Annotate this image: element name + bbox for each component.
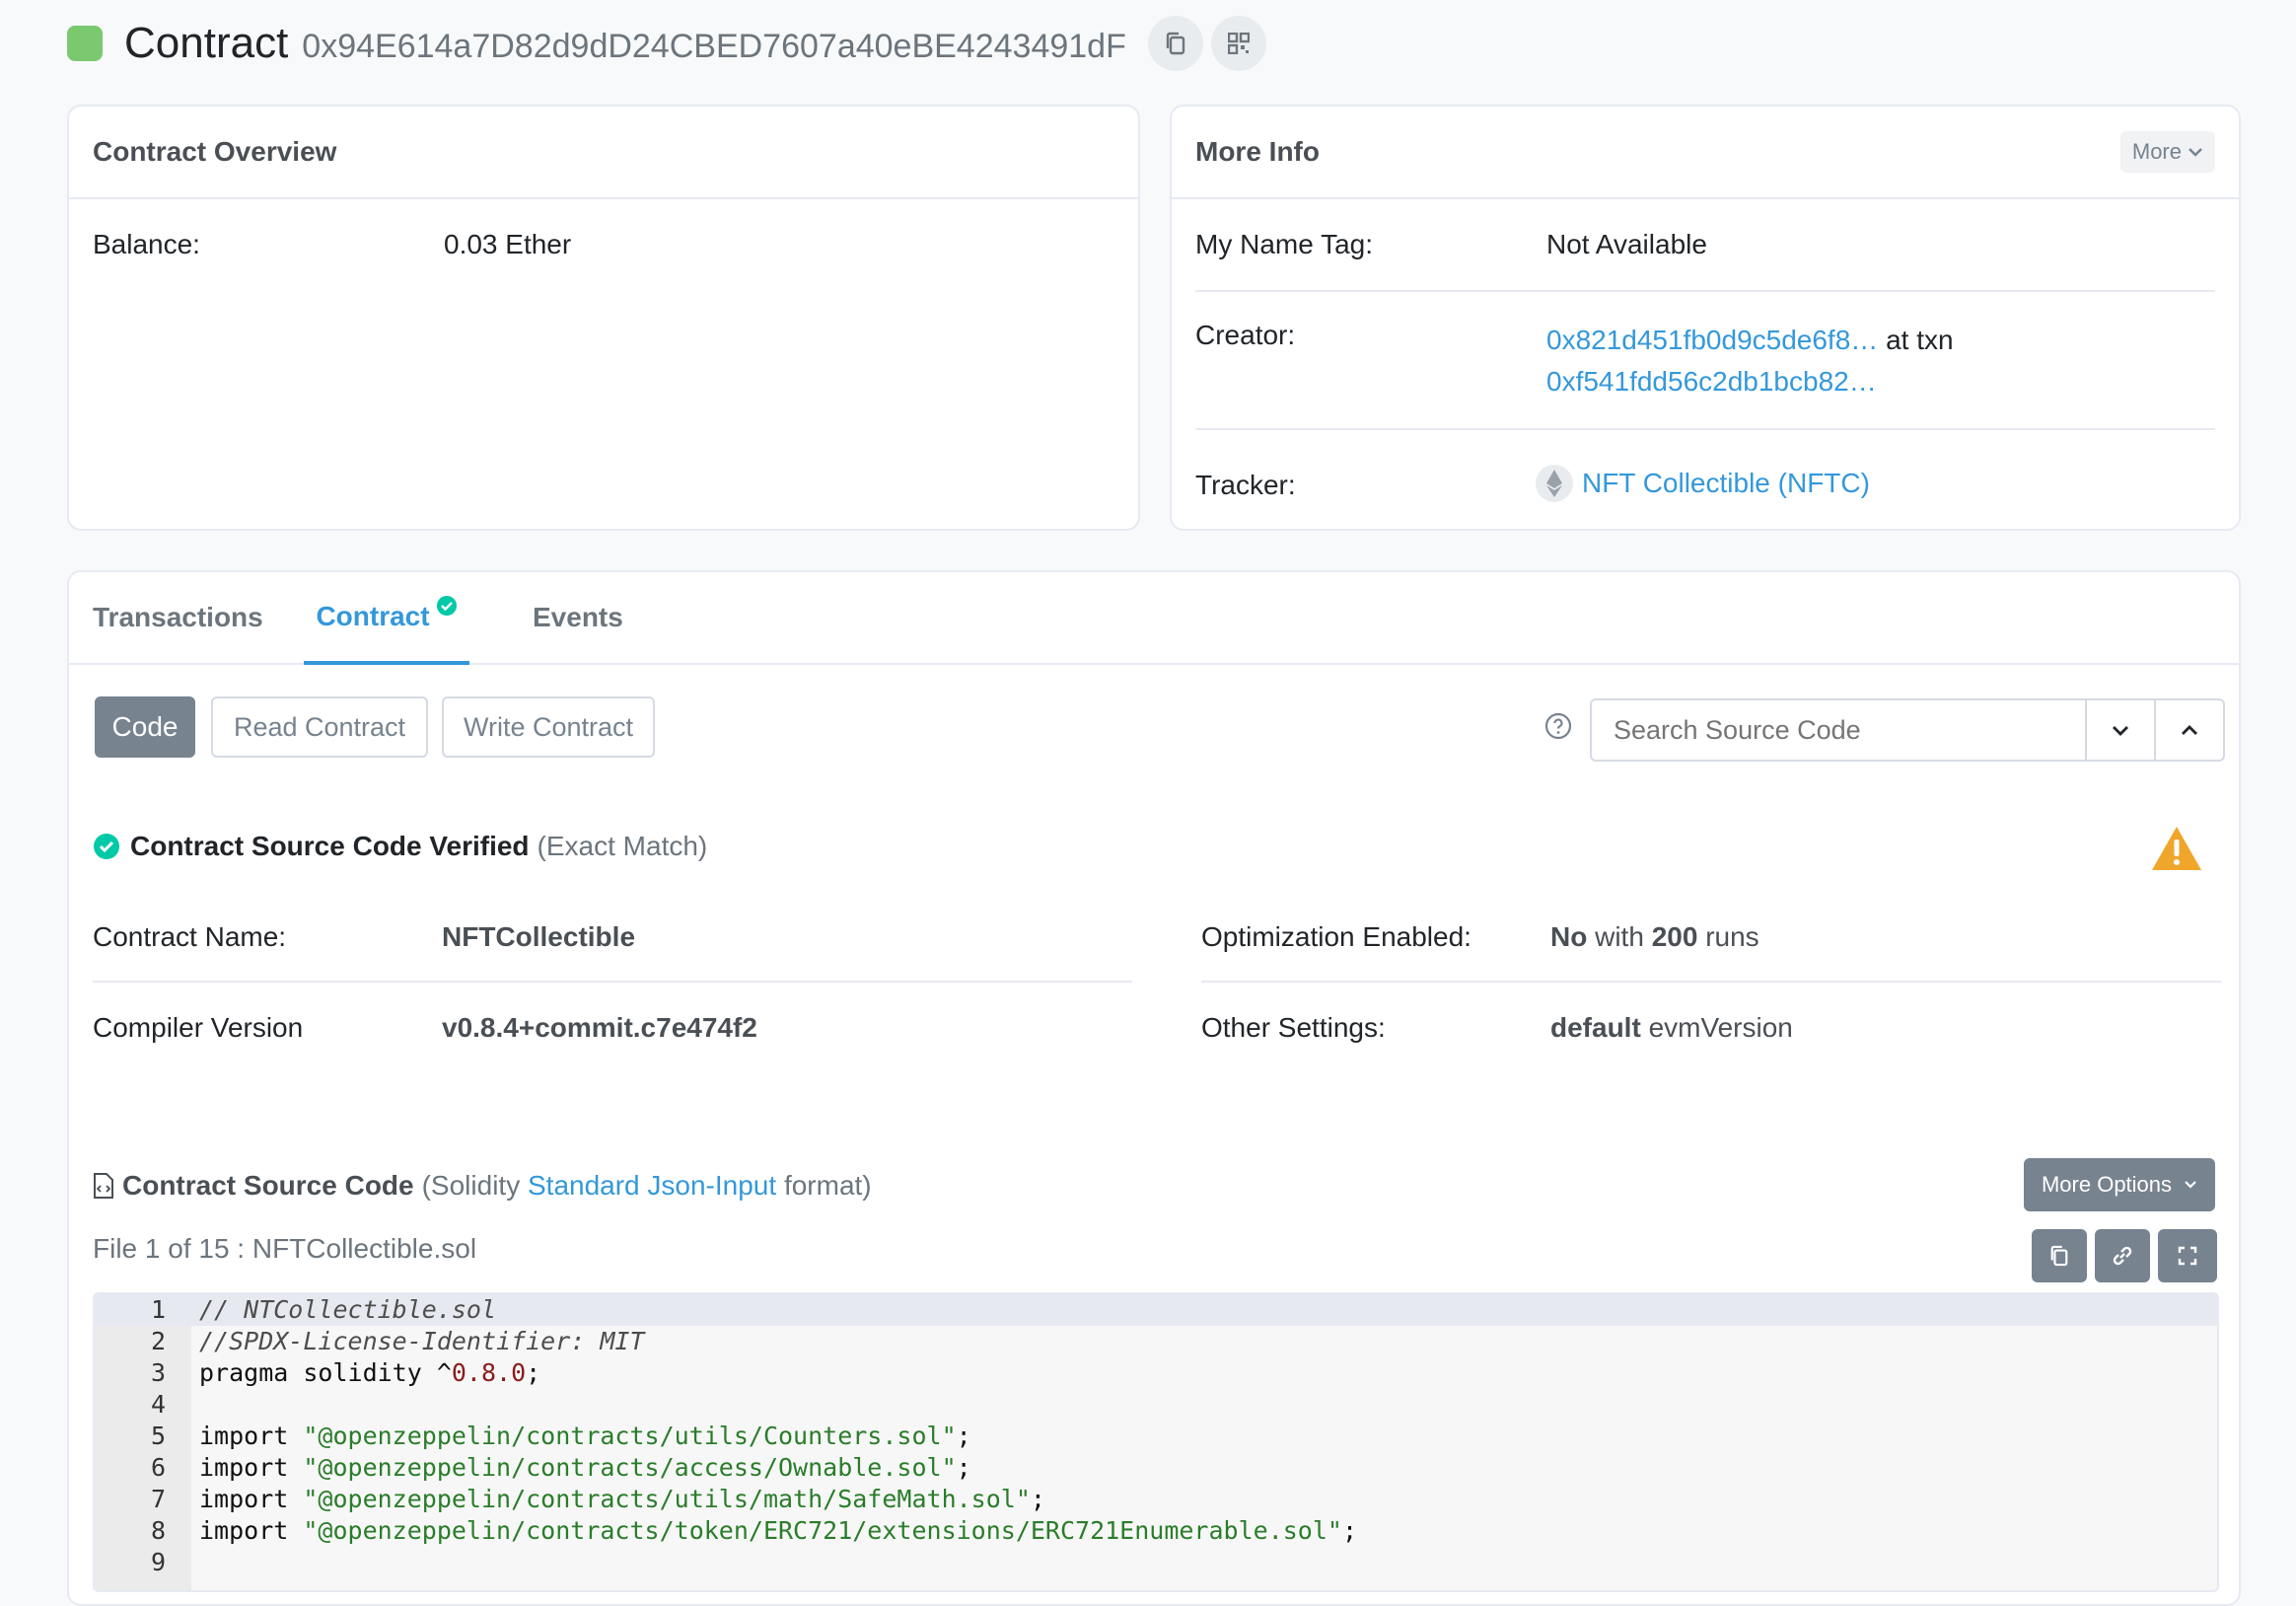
- other-settings-label: Other Settings:: [1201, 1012, 1386, 1043]
- tracker-label: Tracker:: [1195, 470, 1296, 500]
- write-contract-button[interactable]: Write Contract: [442, 696, 655, 758]
- code-line: 8 import "@openzeppelin/contracts/token/E…: [150, 1516, 1358, 1545]
- code-line: 5 import "@openzeppelin/contracts/utils/C…: [150, 1422, 971, 1450]
- fullscreen-button[interactable]: [2158, 1229, 2217, 1282]
- help-icon[interactable]: [1544, 712, 1572, 740]
- balance-value: 0.03 Ether: [444, 229, 572, 259]
- code-button[interactable]: Code: [95, 696, 195, 758]
- more-options-button[interactable]: More Options: [2024, 1158, 2215, 1211]
- code-line: 1// NTCollectible.sol: [95, 1294, 2217, 1326]
- name-tag-label: My Name Tag:: [1195, 229, 1373, 259]
- source-code-title: Contract Source Code: [122, 1170, 414, 1201]
- tab-transactions[interactable]: Transactions: [93, 572, 263, 663]
- code-line: 7 import "@openzeppelin/contracts/utils/m…: [150, 1485, 1045, 1513]
- more-dropdown-button[interactable]: More: [2119, 131, 2215, 173]
- tracker-link[interactable]: NFT Collectible (NFTC): [1582, 468, 1870, 499]
- compiler-version-value: v0.8.4+commit.c7e474f2: [442, 1012, 757, 1043]
- overview-title: Contract Overview: [69, 107, 1138, 199]
- search-source-input[interactable]: [1592, 700, 2085, 760]
- page-title: Contract: [124, 19, 289, 67]
- search-next-button[interactable]: [2085, 700, 2154, 760]
- optimization-label: Optimization Enabled:: [1201, 921, 1471, 952]
- chevron-down-icon: [2188, 148, 2202, 157]
- contract-overview-card: Contract Overview Balance: 0.03 Ether: [67, 105, 1140, 531]
- source-code-header: Contract Source Code (Solidity Standard …: [93, 1170, 872, 1202]
- copy-address-button[interactable]: [1147, 16, 1203, 71]
- permalink-button[interactable]: [2095, 1229, 2150, 1282]
- code-line: 3 pragma solidity ^0.8.0;: [150, 1358, 541, 1387]
- file-indicator: File 1 of 15 : NFTCollectible.sol: [93, 1233, 477, 1264]
- code-line: 2//SPDX-License-Identifier: MIT: [150, 1327, 645, 1355]
- contract-name-label: Contract Name:: [93, 921, 287, 952]
- creator-at-txn: at txn: [1886, 325, 1954, 355]
- more-info-card: More Info More My Name Tag: Not Availabl…: [1170, 105, 2241, 531]
- warning-icon[interactable]: [2150, 825, 2203, 872]
- optimization-value: No with 200 runs: [1550, 921, 1759, 952]
- contract-address[interactable]: 0x94E614a7D82d9dD24CBED7607a40eBE4243491…: [302, 28, 1126, 66]
- verified-banner: Contract Source Code Verified (Exact Mat…: [93, 831, 707, 862]
- compiler-version-label: Compiler Version: [93, 1012, 304, 1043]
- qr-code-icon: [1227, 33, 1250, 54]
- copy-source-button[interactable]: [2032, 1229, 2087, 1282]
- standard-json-input-link[interactable]: Standard Json-Input: [528, 1170, 776, 1202]
- chevron-down-icon: [2185, 1181, 2196, 1189]
- copy-icon: [2050, 1245, 2068, 1267]
- read-contract-button[interactable]: Read Contract: [211, 696, 428, 758]
- name-tag-value: Not Available: [1546, 229, 1707, 259]
- page-header: Contract 0x94E614a7D82d9dD24CBED7607a40e…: [67, 14, 1274, 73]
- verified-check-icon: [436, 596, 457, 616]
- chevron-down-icon: [2113, 726, 2128, 736]
- contract-name-value: NFTCollectible: [442, 921, 636, 952]
- chevron-up-icon: [2182, 725, 2197, 735]
- ethereum-token-icon: [1536, 465, 1573, 502]
- file-code-icon: [94, 1173, 113, 1199]
- verified-note: (Exact Match): [537, 831, 708, 861]
- creator-address-link[interactable]: 0x821d451fb0d9c5de6f8…: [1546, 325, 1878, 355]
- creator-txn-link[interactable]: 0xf541fdd56c2db1bcb82…: [1546, 366, 1877, 397]
- tab-bar: Transactions Contract Events: [69, 572, 2239, 665]
- search-prev-button[interactable]: [2154, 700, 2223, 760]
- link-icon: [2113, 1246, 2132, 1266]
- qr-code-button[interactable]: [1210, 16, 1266, 71]
- expand-icon: [2178, 1246, 2197, 1266]
- more-info-title: More Info: [1195, 136, 1320, 167]
- source-code-editor[interactable]: 1// NTCollectible.sol 2//SPDX-License-Id…: [93, 1292, 2219, 1592]
- code-line: 4: [150, 1390, 166, 1419]
- code-line: 9: [150, 1548, 166, 1576]
- balance-label: Balance:: [93, 229, 200, 259]
- other-settings-value: default evmVersion: [1550, 1012, 1793, 1043]
- tab-contract[interactable]: Contract: [304, 572, 469, 665]
- code-line: 6 import "@openzeppelin/contracts/access/…: [150, 1453, 971, 1482]
- verified-title: Contract Source Code Verified: [130, 831, 530, 861]
- check-circle-icon: [94, 834, 119, 859]
- copy-icon: [1166, 32, 1185, 55]
- tab-events[interactable]: Events: [533, 572, 623, 663]
- contract-identicon: [67, 26, 103, 61]
- search-source-group: [1590, 698, 2225, 762]
- creator-label: Creator:: [1195, 320, 1296, 350]
